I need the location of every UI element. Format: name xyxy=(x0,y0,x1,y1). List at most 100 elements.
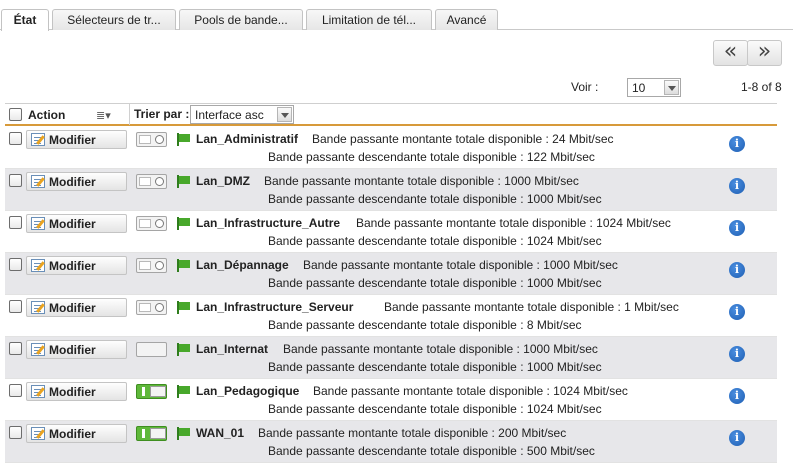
download-bandwidth: Bande passante descendante totale dispon… xyxy=(268,318,582,332)
info-icon[interactable]: i xyxy=(729,178,745,194)
download-bandwidth: Bande passante descendante totale dispon… xyxy=(268,150,595,164)
action-column-header: Action xyxy=(28,108,66,122)
modify-button-label: Modifier xyxy=(49,427,96,441)
info-icon[interactable]: i xyxy=(729,388,745,404)
row-checkbox[interactable] xyxy=(9,300,22,313)
toggle-knob xyxy=(139,177,151,186)
info-icon[interactable]: i xyxy=(729,304,745,320)
tab-limitation-de-telechargement[interactable]: Limitation de tél... xyxy=(306,9,432,30)
edit-icon xyxy=(31,133,45,146)
toggle-off-circle xyxy=(155,303,164,312)
toggle-off-circle xyxy=(155,177,164,186)
modify-button[interactable]: Modifier xyxy=(26,172,127,191)
upload-bandwidth: Bande passante montante totale disponibl… xyxy=(313,384,628,398)
enable-toggle[interactable] xyxy=(136,132,167,147)
flag-icon xyxy=(176,427,190,440)
modify-button[interactable]: Modifier xyxy=(26,382,127,401)
upload-bandwidth: Bande passante montante totale disponibl… xyxy=(258,426,567,440)
table-row: Modifier Lan_Infrastructure_Serveur Bande … xyxy=(5,295,777,337)
table-row: Modifier Lan_Dépannage Bande passante mont… xyxy=(5,253,777,295)
enable-toggle[interactable] xyxy=(136,384,167,399)
upload-bandwidth: Bande passante montante totale disponibl… xyxy=(264,174,579,188)
table-row: Modifier Lan_Administratif Bande passante … xyxy=(5,127,777,169)
upload-bandwidth: Bande passante montante totale disponibl… xyxy=(384,300,679,314)
toggle-off-circle xyxy=(155,135,164,144)
interface-name: Lan_Pedagogique xyxy=(196,384,300,398)
flag-icon xyxy=(176,217,190,230)
select-all-checkbox[interactable] xyxy=(9,108,22,121)
toggle-knob xyxy=(150,428,166,439)
row-checkbox[interactable] xyxy=(9,342,22,355)
toggle-knob xyxy=(139,261,151,270)
modify-button-label: Modifier xyxy=(49,259,96,273)
flag-icon xyxy=(176,343,190,356)
enable-toggle[interactable] xyxy=(136,300,167,315)
flag-icon xyxy=(176,301,190,314)
download-bandwidth: Bande passante descendante totale dispon… xyxy=(268,360,602,374)
edit-icon xyxy=(31,175,45,188)
modify-button[interactable]: Modifier xyxy=(26,214,127,233)
table-header: Action ≣▾ Trier par : Interface asc xyxy=(5,103,777,126)
info-icon[interactable]: i xyxy=(729,346,745,362)
chevron-down-icon[interactable] xyxy=(664,80,679,95)
toggle-knob xyxy=(150,386,166,397)
page-size-select[interactable]: 10 xyxy=(627,78,681,97)
modify-button[interactable]: Modifier xyxy=(26,298,127,317)
tab-pools-de-bande-passante[interactable]: Pools de bande... xyxy=(179,9,303,30)
edit-icon xyxy=(31,427,45,440)
edit-icon xyxy=(31,385,45,398)
modify-button[interactable]: Modifier xyxy=(26,256,127,275)
tab-selecteurs-de-trafic[interactable]: Sélecteurs de tr... xyxy=(52,9,176,30)
upload-bandwidth: Bande passante montante totale disponibl… xyxy=(356,216,671,230)
table-row: Modifier WAN_01 Bande passante montante to… xyxy=(5,421,777,463)
modify-button[interactable]: Modifier xyxy=(26,130,127,149)
toggle-on-bar xyxy=(142,429,145,438)
page-size-label: Voir : xyxy=(571,80,599,94)
row-checkbox[interactable] xyxy=(9,216,22,229)
toggle-knob xyxy=(139,219,151,228)
previous-page-button[interactable]: « xyxy=(713,40,748,66)
table-row: Modifier Lan_Internat Bande passante monta… xyxy=(5,337,777,379)
enable-toggle[interactable] xyxy=(136,174,167,189)
modify-button-label: Modifier xyxy=(49,175,96,189)
info-icon[interactable]: i xyxy=(729,262,745,278)
edit-icon xyxy=(31,301,45,314)
modify-button-label: Modifier xyxy=(49,385,96,399)
upload-bandwidth: Bande passante montante totale disponibl… xyxy=(303,258,618,272)
toggle-knob xyxy=(139,303,151,312)
row-checkbox[interactable] xyxy=(9,258,22,271)
edit-icon xyxy=(31,259,45,272)
flag-icon xyxy=(176,133,190,146)
interface-name: Lan_Dépannage xyxy=(196,258,289,272)
table-row: Modifier Lan_DMZ Bande passante montante t… xyxy=(5,169,777,211)
header-divider xyxy=(129,104,130,125)
row-checkbox[interactable] xyxy=(9,174,22,187)
sort-select[interactable]: Interface asc xyxy=(190,105,294,124)
table-row: Modifier Lan_Infrastructure_Autre Bande pa… xyxy=(5,211,777,253)
info-icon[interactable]: i xyxy=(729,136,745,152)
modify-button-label: Modifier xyxy=(49,301,96,315)
next-page-button[interactable]: » xyxy=(747,40,782,66)
tab-avance[interactable]: Avancé xyxy=(435,9,498,30)
toggle-off-circle xyxy=(155,219,164,228)
enable-toggle[interactable] xyxy=(136,258,167,273)
enable-toggle[interactable] xyxy=(136,216,167,231)
chevron-down-icon[interactable] xyxy=(277,107,292,122)
interface-name: Lan_Administratif xyxy=(196,132,299,146)
result-range: 1-8 of 8 xyxy=(741,80,782,94)
row-checkbox[interactable] xyxy=(9,132,22,145)
column-menu-icon[interactable]: ≣▾ xyxy=(96,109,111,122)
row-checkbox[interactable] xyxy=(9,426,22,439)
flag-icon xyxy=(176,385,190,398)
enable-toggle[interactable] xyxy=(136,426,167,441)
row-checkbox[interactable] xyxy=(9,384,22,397)
info-icon[interactable]: i xyxy=(729,430,745,446)
download-bandwidth: Bande passante descendante totale dispon… xyxy=(268,192,602,206)
modify-button[interactable]: Modifier xyxy=(26,424,127,443)
tab-etat[interactable]: État xyxy=(1,9,49,31)
info-icon[interactable]: i xyxy=(729,220,745,236)
enable-toggle[interactable] xyxy=(136,342,167,357)
modify-button[interactable]: Modifier xyxy=(26,340,127,359)
edit-icon xyxy=(31,217,45,230)
modify-button-label: Modifier xyxy=(49,217,96,231)
